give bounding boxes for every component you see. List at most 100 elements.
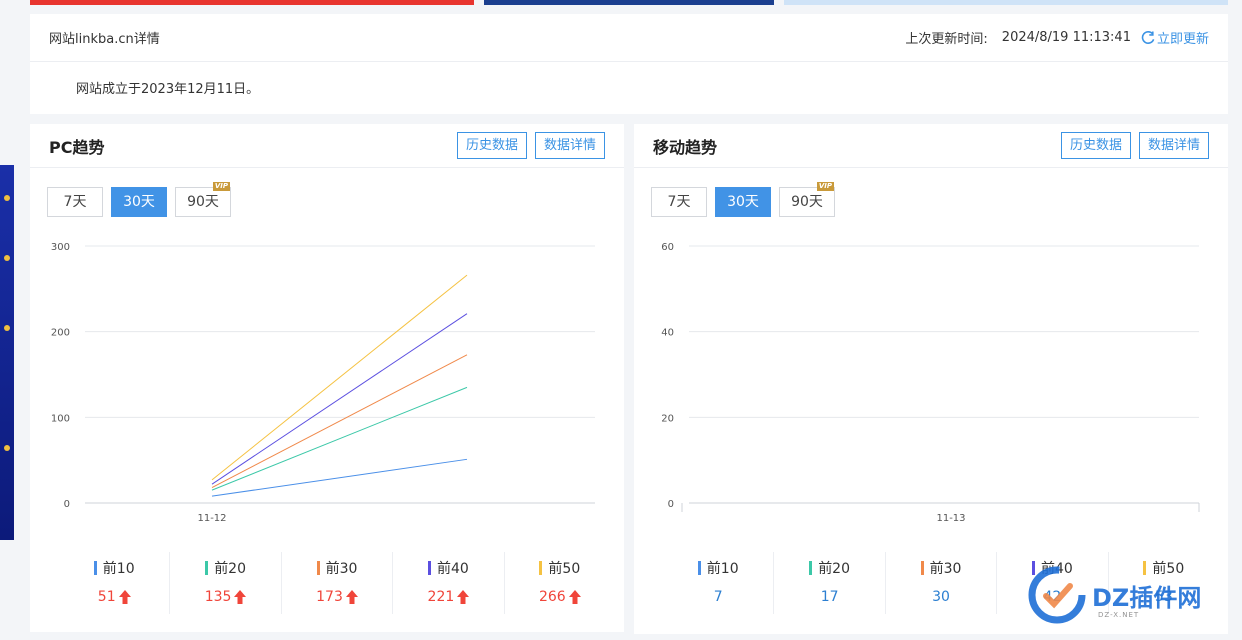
legend-item: 前10 51 [59,552,171,614]
pc-range-7d[interactable]: 7天 [47,187,103,217]
refresh-label: 立即更新 [1156,32,1209,47]
legend-name: 前30 [920,558,962,578]
legend-value-text: 221 [427,589,455,605]
legend-name: 前10 [93,558,135,578]
legend-name: 前20 [809,558,850,578]
legend-label: 前40 [437,561,469,577]
watermark-icon [1028,566,1086,624]
legend-label: 前30 [929,561,962,577]
legend-color-bar [93,561,97,575]
top-banner-ad[interactable] [30,0,474,5]
y-tick-label: 0 [64,499,70,510]
mobile-range-90d[interactable]: 90天 VIP [779,182,835,217]
series-line [211,274,468,481]
legend-label: 前20 [818,561,851,577]
pc-trend-title: PC趋势 [49,137,105,157]
mobile-history-button[interactable]: 历史数据 [1060,132,1131,159]
site-title: 网站linkba.cn详情 [49,32,160,47]
range-label: 90天 [791,194,823,210]
series-line [211,313,468,485]
side-banner-ad[interactable] [0,165,14,540]
range-label: 30天 [123,194,155,210]
series-line [211,458,468,497]
legend-color-bar [428,561,431,575]
legend-item: 前10 7 [663,552,775,614]
refresh-button[interactable]: 立即更新 [1141,28,1209,47]
watermark-sub: DZ-X.NET [1098,611,1140,619]
legend-label: 前10 [706,561,739,577]
mobile-range-30d[interactable]: 30天 [715,187,771,217]
up-arrow-icon [457,590,470,604]
range-label: 30天 [727,194,759,210]
series-line [211,386,468,491]
legend-color-bar [539,561,543,575]
up-arrow-icon [118,590,131,604]
mobile-trend-title: 移动趋势 [653,137,718,157]
legend-name: 前10 [697,558,739,578]
pc-range-90d[interactable]: 90天 VIP [175,182,231,217]
legend-color-bar [809,561,813,575]
legend-item: 前20 17 [774,552,886,614]
legend-item: 前30 173 [282,552,394,614]
legend-color-bar [920,561,924,575]
x-tick-label: 11-13 [936,513,965,524]
pc-trend-header: PC趋势 历史数据 数据详情 [30,124,624,168]
legend-color-bar [316,561,320,575]
pc-range-tabs: 7天 30天 90天 VIP [47,182,239,217]
legend-value: 17 [774,589,884,605]
legend-value-text: 30 [932,589,950,605]
y-tick-label: 200 [51,328,70,339]
legend-label: 前50 [548,561,581,577]
legend-name: 前30 [316,558,357,578]
y-tick-label: 20 [661,413,674,424]
y-tick-label: 300 [51,242,70,253]
range-label: 7天 [63,194,87,210]
vip-badge: VIP [212,182,230,191]
mobile-trend-header: 移动趋势 历史数据 数据详情 [634,124,1228,168]
up-arrow-icon [345,590,358,604]
legend-item: 前50 266 [505,552,615,614]
up-arrow-icon [234,590,247,604]
legend-item: 前40 221 [393,552,505,614]
mobile-trend-card: 移动趋势 历史数据 数据详情 7天 30天 90天 VIP 0 20 40 60 11-1… [634,124,1228,634]
watermark-logo: DZ插件网 DZ-X.NET [1028,565,1228,625]
mobile-range-7d[interactable]: 7天 [651,187,707,217]
legend-value: 51 [59,589,169,605]
legend-label: 前20 [214,561,247,577]
legend-color-bar [205,561,209,575]
legend-item: 前20 135 [170,552,282,614]
legend-value: 30 [886,589,996,605]
pc-range-30d[interactable]: 30天 [111,187,167,217]
y-tick-label: 60 [661,242,674,253]
legend-item: 前30 30 [886,552,998,614]
top-banner-ad[interactable] [784,0,1228,5]
vip-badge: VIP [816,182,834,191]
pc-detail-button[interactable]: 数据详情 [534,132,605,159]
top-banner-ad[interactable] [484,0,774,5]
site-info-card: 网站linkba.cn详情 上次更新时间: 2024/8/19 11:13:41… [30,14,1228,114]
update-label: 上次更新时间: [905,32,988,47]
range-label: 7天 [667,194,691,210]
x-tick-label: 11-12 [197,513,226,524]
range-label: 90天 [187,194,219,210]
legend-value-text: 7 [713,589,723,605]
pc-history-button[interactable]: 历史数据 [456,132,527,159]
up-arrow-icon [568,590,581,604]
update-time: 2024/8/19 11:13:41 [1001,30,1131,45]
mobile-trend-chart: 0 20 40 60 11-13 [661,242,1200,524]
legend-name: 前50 [539,558,580,578]
legend-name: 前20 [205,558,246,578]
legend-value: 173 [282,589,392,605]
legend-value: 7 [663,589,773,605]
legend-value-text: 266 [538,589,566,605]
series-line [211,354,468,489]
y-tick-label: 100 [51,413,70,424]
y-tick-label: 0 [668,499,674,510]
legend-value: 135 [170,589,280,605]
legend-label: 前10 [102,561,135,577]
y-tick-label: 40 [661,328,674,339]
mobile-detail-button[interactable]: 数据详情 [1138,132,1209,159]
legend-value-text: 173 [316,589,343,605]
legend-value: 221 [393,589,503,605]
watermark-text: DZ插件网 [1092,583,1202,612]
